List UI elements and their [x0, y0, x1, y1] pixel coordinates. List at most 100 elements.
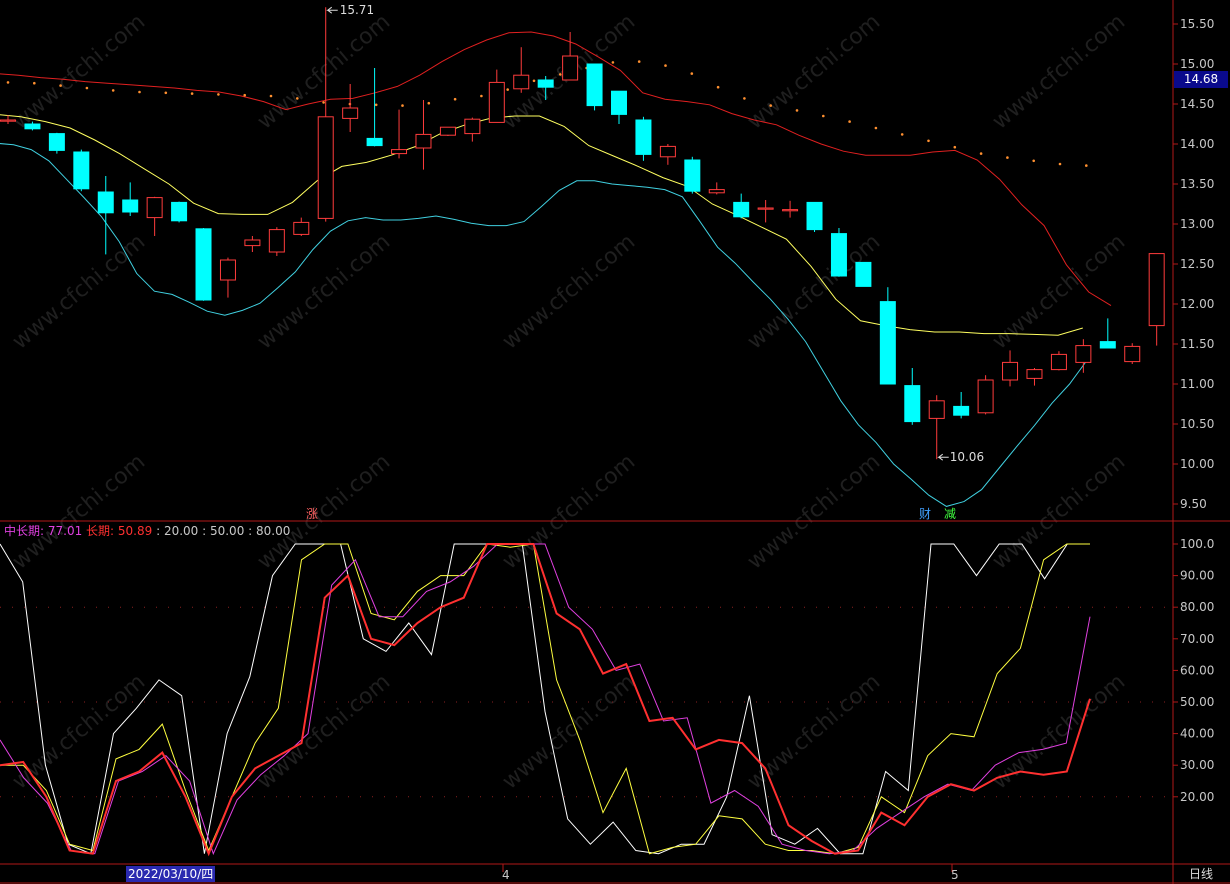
price-tick-label: 15.50 [1180, 17, 1214, 31]
candle-body [928, 400, 945, 419]
crosshair-date-label: 2022/03/10/四 [126, 866, 216, 882]
candle-body [244, 239, 261, 247]
candle-body [268, 229, 285, 253]
watermark-text: www.cfchi.com [743, 449, 885, 574]
legend-long: 长期: 50.89 [86, 524, 153, 538]
watermark-text: www.cfchi.com [8, 9, 150, 134]
candle-body [97, 191, 114, 214]
stop-dot [1085, 164, 1088, 167]
candle-body [1002, 361, 1019, 381]
candle-body [1026, 369, 1043, 379]
osc-tick-label: 50.00 [1180, 695, 1214, 709]
high-price-label: 15.71 [340, 3, 374, 17]
watermark-text: www.cfchi.com [988, 669, 1130, 794]
stop-dot [795, 109, 799, 112]
oscillator-series-line [0, 543, 1090, 855]
candle-body [195, 228, 212, 301]
stop-dot [296, 97, 299, 100]
price-tick-label: 14.00 [1180, 137, 1214, 151]
watermark-text: www.cfchi.com [988, 229, 1130, 354]
candle-body [439, 126, 456, 136]
candle-body [782, 209, 799, 212]
osc-tick-label: 80.00 [1180, 600, 1214, 614]
stop-dot [1032, 159, 1035, 163]
price-tick-label: 12.00 [1180, 297, 1214, 311]
osc-tick-label: 30.00 [1180, 758, 1214, 772]
chart-canvas[interactable]: www.cfchi.com www.cfchi.com www.cfchi.com w… [0, 0, 1230, 884]
candle-body [73, 151, 90, 190]
legend-mid-long: 中长期: 77.01 [4, 524, 83, 538]
stop-dot [138, 90, 141, 94]
stop-dot [690, 72, 694, 75]
stop-dot [322, 101, 325, 104]
current-price-badge: 14.68 [1174, 71, 1228, 88]
price-tick-label: 9.50 [1180, 497, 1207, 511]
candle-body [415, 133, 432, 149]
stop-dot [769, 104, 772, 107]
event-marker: 涨 [306, 506, 318, 521]
event-marker: 财 [919, 507, 931, 521]
stop-dot [874, 126, 878, 130]
candle-body [537, 79, 554, 88]
osc-tick-label: 40.00 [1180, 727, 1214, 741]
candle-body [1148, 253, 1165, 327]
price-tick-label: 13.00 [1180, 217, 1214, 231]
price-tick-label: 14.50 [1180, 97, 1214, 111]
watermark-text: www.cfchi.com [743, 669, 885, 794]
stop-dot [427, 101, 431, 105]
stop-dot [900, 133, 904, 136]
stop-dot [664, 64, 667, 67]
price-tick-label: 13.50 [1180, 177, 1214, 191]
period-button[interactable]: 日线 [1174, 864, 1228, 884]
candle-body [733, 201, 750, 218]
stop-dot [6, 81, 10, 84]
watermark-text: www.cfchi.com [253, 9, 395, 134]
candle-body [24, 123, 41, 130]
month-label-may: 5 [951, 868, 959, 882]
stop-dot [927, 139, 930, 143]
stop-dot [848, 120, 851, 123]
watermark-text: www.cfchi.com [253, 669, 395, 794]
price-tick-label: 12.50 [1180, 257, 1214, 271]
watermark-text: www.cfchi.com [8, 229, 150, 354]
candle-body [219, 259, 236, 281]
event-marker: 减 [944, 507, 956, 521]
watermark-text: www.cfchi.com [498, 449, 640, 574]
price-tick-label: 15.00 [1180, 57, 1214, 71]
stop-dot [401, 104, 404, 107]
watermark-text: www.cfchi.com [743, 9, 885, 134]
stop-dot [716, 85, 720, 89]
stop-dot [164, 91, 168, 95]
stock-chart-window: www.cfchi.com www.cfchi.com www.cfchi.com w… [0, 0, 1230, 884]
price-tick-label: 10.00 [1180, 457, 1214, 471]
watermark-text: www.cfchi.com [498, 229, 640, 354]
candle-body [757, 207, 774, 210]
legend-levels: : 20.00 : 50.00 : 80.00 [156, 524, 291, 538]
stop-dot [953, 145, 957, 149]
stop-dot [243, 93, 246, 97]
stop-dot [480, 94, 483, 98]
candle-body [635, 119, 652, 155]
candle-body [513, 74, 530, 90]
stop-dot [822, 114, 825, 118]
candle-body [366, 137, 383, 147]
low-price-label: 10.06 [950, 450, 984, 464]
candle-body [122, 199, 139, 213]
candle-body [293, 221, 310, 235]
osc-tick-label: 60.00 [1180, 663, 1214, 677]
stop-dot [33, 81, 36, 85]
candle-body [391, 149, 408, 155]
stop-dot [217, 93, 220, 96]
stop-dot [453, 97, 457, 101]
stop-dot [559, 73, 562, 76]
osc-tick-label: 100.0 [1180, 537, 1214, 551]
stop-dot [269, 94, 273, 98]
candle-body [953, 405, 970, 416]
candle-body [830, 233, 847, 277]
candle-body [488, 81, 505, 123]
stop-dot [611, 61, 615, 64]
candle-body [659, 145, 676, 158]
stop-dot [190, 92, 194, 95]
stop-dot [532, 79, 536, 83]
month-label-apr: 4 [502, 868, 510, 882]
